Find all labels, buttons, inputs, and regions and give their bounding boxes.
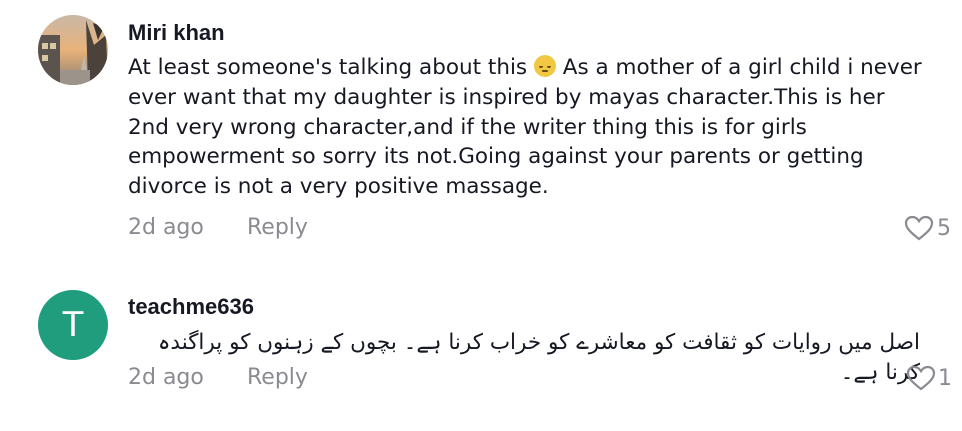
avatar[interactable]: T <box>38 290 108 360</box>
avatar-letter: T <box>62 305 84 345</box>
pensive-face-icon <box>533 55 556 77</box>
like-count: 1 <box>938 365 952 391</box>
like-button[interactable]: 1 <box>906 365 952 391</box>
reply-button[interactable]: Reply <box>247 365 308 390</box>
reply-button[interactable]: Reply <box>247 215 308 240</box>
heart-icon <box>906 365 936 391</box>
comment-timestamp: 2d ago <box>128 365 204 390</box>
comment-username[interactable]: Miri khan <box>128 20 225 46</box>
profile-photo-icon <box>38 15 108 85</box>
like-button[interactable]: 5 <box>904 215 951 241</box>
comment-text: اصل میں روایات کو ثقافت کو معاشرے کو خرا… <box>157 330 920 385</box>
comment-timestamp: 2d ago <box>128 215 204 240</box>
avatar[interactable] <box>38 15 108 85</box>
comment-text: At least someone's talking about this As… <box>128 53 928 202</box>
comment-username[interactable]: teachme636 <box>128 294 254 320</box>
heart-icon <box>904 215 934 241</box>
like-count: 5 <box>937 215 951 241</box>
comment-text-part: At least someone's talking about this <box>128 55 534 80</box>
